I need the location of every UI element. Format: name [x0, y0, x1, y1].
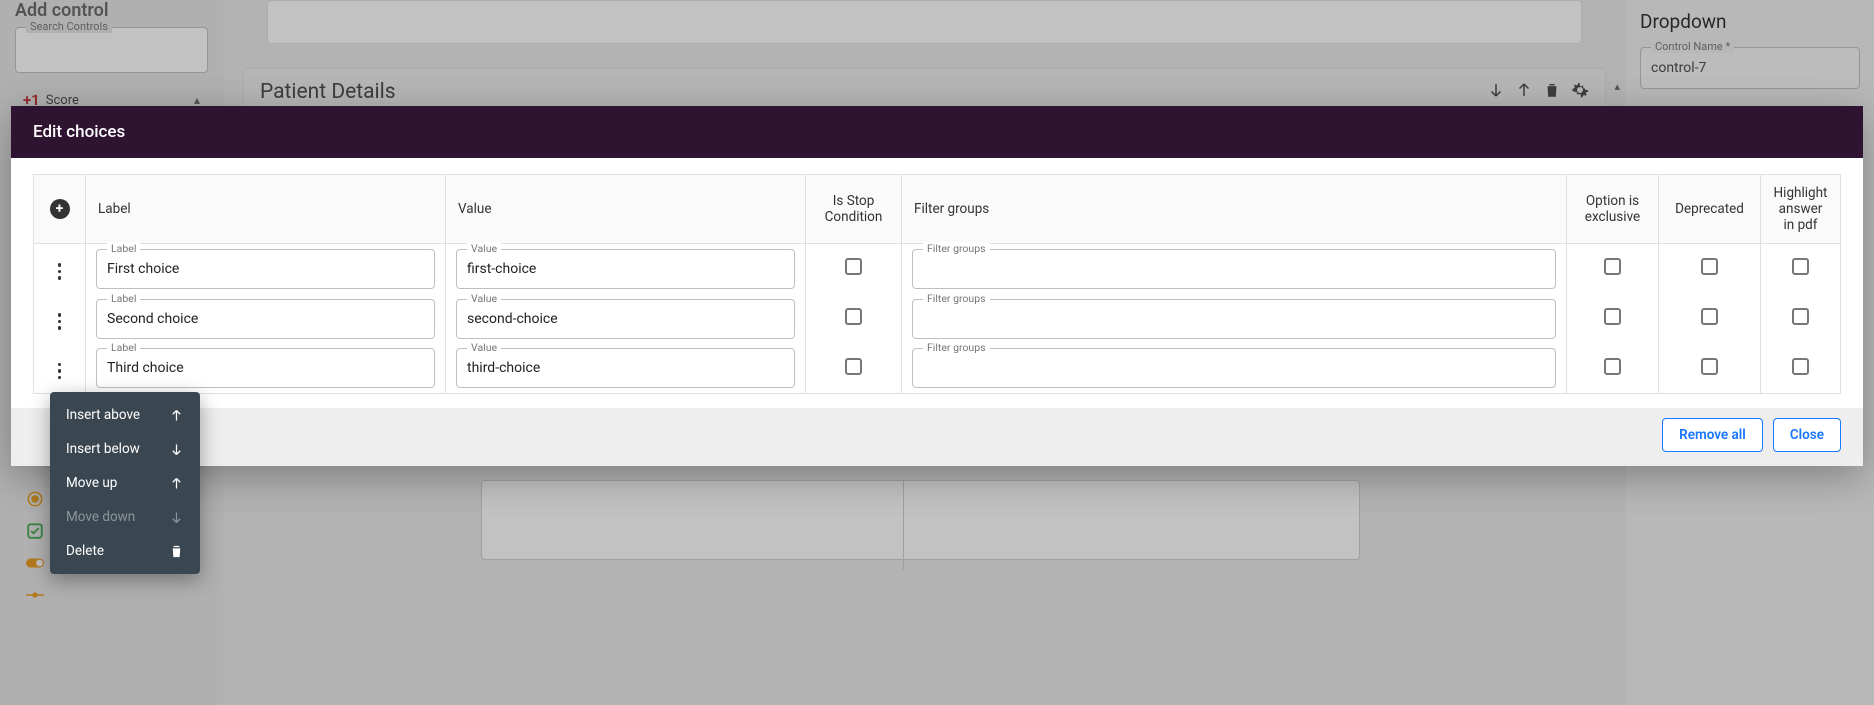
value-field[interactable]: Value: [456, 249, 795, 289]
modal-title: Edit choices: [11, 106, 1863, 158]
col-header-filter: Filter groups: [902, 175, 1567, 244]
add-row-button[interactable]: +: [50, 199, 70, 219]
row-menu-button[interactable]: [52, 307, 68, 336]
label-field[interactable]: Label: [96, 299, 435, 339]
arrow-up-icon: [169, 408, 184, 423]
highlight-checkbox[interactable]: [1792, 258, 1809, 275]
value-field-caption: Value: [467, 341, 501, 354]
is-stop-checkbox[interactable]: [845, 308, 862, 325]
is-stop-checkbox[interactable]: [845, 258, 862, 275]
filter-input[interactable]: [923, 360, 1545, 376]
menu-insert-below[interactable]: Insert below: [50, 432, 200, 466]
is-stop-checkbox[interactable]: [845, 358, 862, 375]
col-header-deprecated: Deprecated: [1659, 175, 1761, 244]
value-field[interactable]: Value: [456, 348, 795, 388]
label-field-caption: Label: [107, 292, 140, 305]
deprecated-checkbox[interactable]: [1701, 358, 1718, 375]
exclusive-checkbox[interactable]: [1604, 258, 1621, 275]
col-header-highlight: Highlight answer in pdf: [1761, 175, 1841, 244]
close-button[interactable]: Close: [1773, 418, 1841, 452]
exclusive-checkbox[interactable]: [1604, 358, 1621, 375]
label-field[interactable]: Label: [96, 249, 435, 289]
filter-input[interactable]: [923, 261, 1545, 277]
label-field-caption: Label: [107, 242, 140, 255]
table-row: Label Value Filter groups: [34, 294, 1841, 344]
label-field-caption: Label: [107, 341, 140, 354]
trash-icon: [169, 544, 184, 559]
exclusive-checkbox[interactable]: [1604, 308, 1621, 325]
table-row: Label Value Filter groups: [34, 344, 1841, 394]
highlight-checkbox[interactable]: [1792, 358, 1809, 375]
arrow-up-icon: [169, 476, 184, 491]
menu-delete[interactable]: Delete: [50, 534, 200, 568]
row-context-menu: Insert above Insert below Move up Move d…: [50, 392, 200, 574]
value-input[interactable]: [467, 311, 784, 327]
label-input[interactable]: [107, 311, 424, 327]
label-input[interactable]: [107, 261, 424, 277]
filter-field[interactable]: Filter groups: [912, 348, 1556, 388]
arrow-down-icon: [169, 510, 184, 525]
value-field[interactable]: Value: [456, 299, 795, 339]
col-header-stop: Is Stop Condition: [806, 175, 902, 244]
col-header-value: Value: [446, 175, 806, 244]
menu-move-down: Move down: [50, 500, 200, 534]
value-field-caption: Value: [467, 292, 501, 305]
edit-choices-modal: Edit choices + Label Value Is Stop Condi…: [11, 106, 1863, 466]
filter-field-caption: Filter groups: [923, 292, 990, 305]
filter-field[interactable]: Filter groups: [912, 299, 1556, 339]
filter-field-caption: Filter groups: [923, 242, 990, 255]
filter-field-caption: Filter groups: [923, 341, 990, 354]
remove-all-button[interactable]: Remove all: [1662, 418, 1763, 452]
value-field-caption: Value: [467, 242, 501, 255]
col-header-exclusive: Option is exclusive: [1567, 175, 1659, 244]
table-row: Label Value Filter groups: [34, 244, 1841, 294]
row-menu-button[interactable]: [52, 357, 68, 386]
deprecated-checkbox[interactable]: [1701, 308, 1718, 325]
arrow-down-icon: [169, 442, 184, 457]
label-input[interactable]: [107, 360, 424, 376]
highlight-checkbox[interactable]: [1792, 308, 1809, 325]
filter-input[interactable]: [923, 311, 1545, 327]
menu-insert-above[interactable]: Insert above: [50, 398, 200, 432]
deprecated-checkbox[interactable]: [1701, 258, 1718, 275]
menu-move-up[interactable]: Move up: [50, 466, 200, 500]
choices-table: + Label Value Is Stop Condition Filter g…: [33, 174, 1841, 394]
filter-field[interactable]: Filter groups: [912, 249, 1556, 289]
row-menu-button[interactable]: [52, 257, 68, 286]
label-field[interactable]: Label: [96, 348, 435, 388]
col-header-label: Label: [86, 175, 446, 244]
value-input[interactable]: [467, 360, 784, 376]
value-input[interactable]: [467, 261, 784, 277]
